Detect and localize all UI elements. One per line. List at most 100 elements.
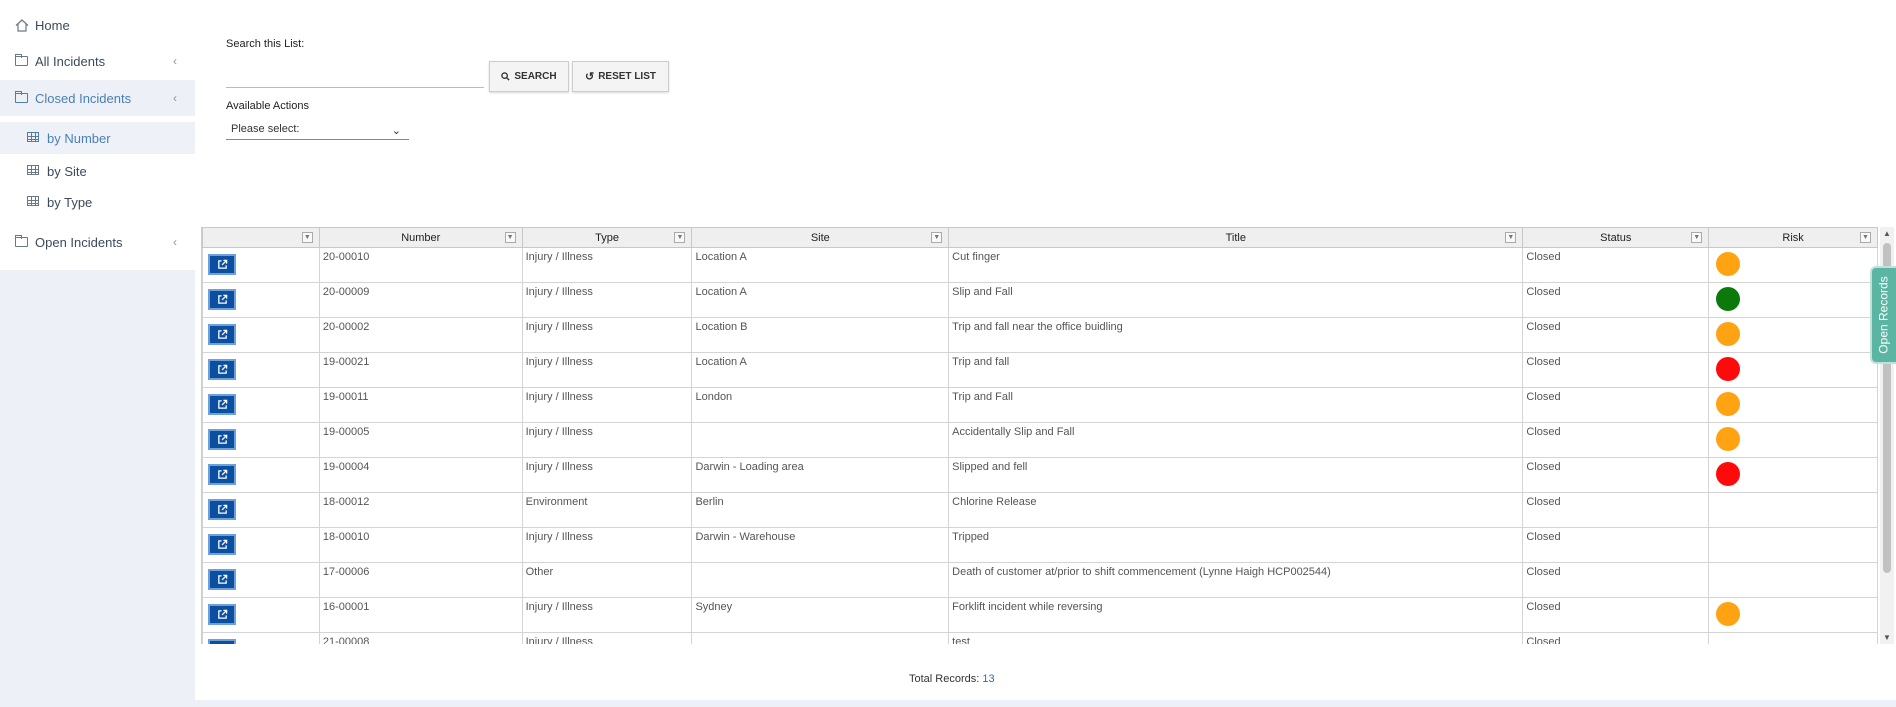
open-record-button[interactable] <box>208 639 236 644</box>
cell-number: 16-00001 <box>318 597 523 633</box>
scroll-down-icon[interactable]: ▼ <box>1883 633 1891 642</box>
scroll-up-icon[interactable]: ▲ <box>1883 229 1891 238</box>
cell-site: Location A <box>691 247 950 283</box>
table-row[interactable]: 20-00002 Injury / Illness Location B Trip a… <box>202 317 1878 353</box>
external-link-icon <box>217 539 227 549</box>
cell-action <box>202 317 320 353</box>
cell-number: 20-00002 <box>318 317 523 353</box>
cell-status: Closed <box>1522 282 1710 318</box>
cell-risk <box>1708 597 1878 633</box>
cell-risk <box>1708 457 1878 493</box>
open-record-button[interactable] <box>208 324 236 345</box>
available-actions-select[interactable]: Please select: ⌄ <box>226 120 409 140</box>
table-row[interactable]: 16-00001 Injury / Illness Sydney Forklift i… <box>202 597 1878 633</box>
cell-status: Closed <box>1522 317 1710 353</box>
cell-number: 19-00011 <box>318 387 523 423</box>
sidebar-item-home[interactable]: Home <box>0 7 195 43</box>
cell-number: 18-00010 <box>318 527 523 563</box>
open-record-button[interactable] <box>208 604 236 625</box>
cell-type: Injury / Illness <box>521 457 693 493</box>
cell-number: 17-00006 <box>318 562 523 598</box>
table-row[interactable]: 18-00012 Environment Berlin Chlorine Releas… <box>202 492 1878 528</box>
table-row[interactable]: 20-00010 Injury / Illness Location A Cut fi… <box>202 247 1878 283</box>
cell-type: Environment <box>521 492 693 528</box>
external-link-icon <box>217 329 227 339</box>
cell-type: Injury / Illness <box>521 352 693 388</box>
filter-icon[interactable]: ▼ <box>301 232 313 243</box>
sidebar-item-by-site[interactable]: by Site <box>0 155 195 187</box>
cell-site: Berlin <box>691 492 950 528</box>
open-record-button[interactable] <box>208 464 236 485</box>
open-record-button[interactable] <box>208 359 236 380</box>
cell-risk <box>1708 422 1878 458</box>
cell-action <box>202 352 320 388</box>
search-button[interactable]: SEARCH <box>489 61 569 92</box>
sidebar-item-closed-incidents[interactable]: Closed Incidents ‹ <box>0 80 195 116</box>
cell-status: Closed <box>1522 352 1710 388</box>
external-link-icon <box>217 469 227 479</box>
cell-site: Sydney <box>691 597 950 633</box>
column-header-number[interactable]: Number ▼ <box>318 227 523 248</box>
cell-number: 20-00009 <box>318 282 523 318</box>
table-row[interactable]: 19-00005 Injury / Illness Accidentally Sli… <box>202 422 1878 458</box>
table-row[interactable]: 19-00011 Injury / Illness London Trip and F… <box>202 387 1878 423</box>
sidebar-item-label: by Type <box>47 194 93 210</box>
cell-status: Closed <box>1522 527 1710 563</box>
sidebar-item-open-incidents[interactable]: Open Incidents ‹ <box>0 224 195 260</box>
open-record-button[interactable] <box>208 534 236 555</box>
cell-site <box>691 632 950 644</box>
cell-risk <box>1708 527 1878 563</box>
external-link-icon <box>217 504 227 514</box>
open-record-button[interactable] <box>208 289 236 310</box>
sidebar-item-by-number[interactable]: by Number <box>0 122 195 154</box>
filter-icon[interactable]: ▼ <box>931 232 943 243</box>
table-row[interactable]: 20-00009 Injury / Illness Location A Slip a… <box>202 282 1878 318</box>
external-link-icon <box>217 399 227 409</box>
column-header-risk[interactable]: Risk ▼ <box>1708 227 1878 248</box>
table-row[interactable]: 19-00021 Injury / Illness Location A Trip a… <box>202 352 1878 388</box>
column-header-site[interactable]: Site ▼ <box>691 227 950 248</box>
filter-icon[interactable]: ▼ <box>1505 232 1517 243</box>
sidebar-item-by-type[interactable]: by Type <box>0 186 195 218</box>
open-record-button[interactable] <box>208 499 236 520</box>
filter-icon[interactable]: ▼ <box>674 232 686 243</box>
cell-site: Darwin - Loading area <box>691 457 950 493</box>
column-header-actions[interactable]: ▼ <box>202 227 320 248</box>
folder-icon <box>15 91 29 104</box>
table-row[interactable]: 17-00006 Other Death of customer at/prior … <box>202 562 1878 598</box>
table-row[interactable]: 19-00004 Injury / Illness Darwin - Loading… <box>202 457 1878 493</box>
cell-title: Trip and fall <box>948 352 1524 388</box>
open-record-button[interactable] <box>208 254 236 275</box>
cell-site: Location A <box>691 352 950 388</box>
cell-type: Injury / Illness <box>521 632 693 644</box>
cell-risk <box>1708 352 1878 388</box>
open-record-button[interactable] <box>208 429 236 450</box>
cell-action <box>202 527 320 563</box>
cell-number: 19-00004 <box>318 457 523 493</box>
open-records-tab[interactable]: Open Records <box>1872 268 1896 362</box>
cell-risk <box>1708 632 1878 644</box>
cell-action <box>202 457 320 493</box>
risk-indicator <box>1716 427 1741 451</box>
cell-title: Accidentally Slip and Fall <box>948 422 1524 458</box>
column-header-title[interactable]: Title ▼ <box>948 227 1524 248</box>
column-header-status[interactable]: Status ▼ <box>1522 227 1710 248</box>
search-input[interactable] <box>226 60 484 88</box>
column-header-type[interactable]: Type ▼ <box>521 227 693 248</box>
table-row[interactable]: 18-00010 Injury / Illness Darwin - Warehou… <box>202 527 1878 563</box>
filter-icon[interactable]: ▼ <box>504 232 516 243</box>
cell-action <box>202 247 320 283</box>
chevron-down-icon: ⌄ <box>391 125 401 137</box>
cell-action <box>202 422 320 458</box>
reset-list-button[interactable]: ↺ RESET LIST <box>572 61 669 92</box>
filter-icon[interactable]: ▼ <box>1691 232 1703 243</box>
open-record-button[interactable] <box>208 394 236 415</box>
cell-title: Slipped and fell <box>948 457 1524 493</box>
open-record-button[interactable] <box>208 569 236 590</box>
filter-icon[interactable]: ▼ <box>1860 232 1871 243</box>
cell-title: Chlorine Release <box>948 492 1524 528</box>
cell-risk <box>1708 387 1878 423</box>
table-row[interactable]: 21-00008 Injury / Illness test Closed <box>202 632 1878 644</box>
reset-button-label: RESET LIST <box>598 71 656 82</box>
sidebar-item-all-incidents[interactable]: All Incidents ‹ <box>0 43 195 79</box>
